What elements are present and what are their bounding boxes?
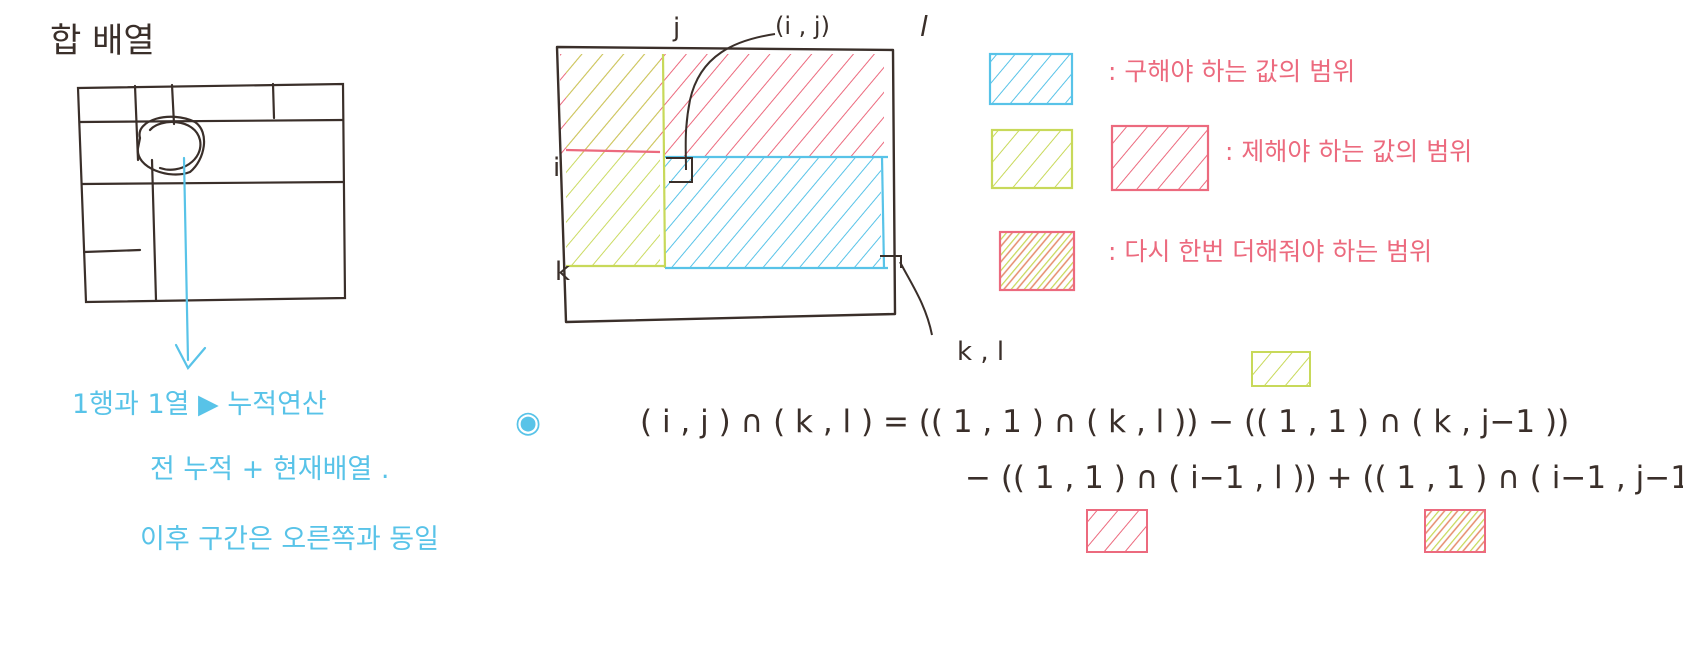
note-line-1: 1행과 1열 ▶ 누적연산 (72, 389, 327, 420)
label-i: i (553, 153, 560, 183)
legend: : 구해야 하는 값의 범위 : 제해야 하는 값의 범위 : 다시 한번 더해… (988, 52, 1472, 292)
legend-item-blue: : 구해야 하는 값의 범위 (988, 52, 1355, 106)
legend-swatch-pink (1110, 124, 1210, 192)
formula-line-2: − (( 1 , 1 ) ∩ ( i−1 , l )) + (( 1 , 1 )… (965, 460, 1683, 496)
formula-pink-marker (1086, 509, 1148, 553)
green-region-left (566, 54, 660, 266)
label-kl: k , l (957, 337, 1004, 367)
label-ij: (i , j) (775, 12, 830, 40)
range-grid (555, 33, 933, 336)
legend-label-pink: : 제해야 하는 값의 범위 (1225, 137, 1472, 166)
formula-line-1: ( i , j ) ∩ ( k , l ) = (( 1 , 1 ) ∩ ( k… (640, 404, 1569, 440)
arrow-to-note (174, 156, 207, 370)
note-line-3: 이후 구간은 오른쪽과 동일 (140, 524, 439, 555)
blue-region-target (665, 158, 881, 268)
legend-swatch-green (990, 128, 1074, 190)
notebook-page: 합 배열 1행과 1열 ▶ 누적연산 전 누적 + 현재배열 . 이후 구간은 … (0, 0, 1683, 654)
diagram-canvas: 합 배열 1행과 1열 ▶ 누적연산 전 누적 + 현재배열 . 이후 구간은 … (50, 10, 1683, 555)
label-l: l (920, 10, 928, 43)
prefix-sum-grid (76, 82, 347, 304)
formula-green-marker (1251, 351, 1311, 387)
arrow-bullet-icon: ◉ (515, 405, 541, 440)
legend-label-blue: : 구해야 하는 값의 범위 (1108, 57, 1355, 86)
note-line-2: 전 누적 + 현재배열 . (150, 454, 389, 485)
legend-label-mixed: : 다시 한번 더해줘야 하는 범위 (1108, 237, 1432, 266)
formula-mixed-marker (1424, 509, 1486, 553)
legend-swatch-mixed (998, 230, 1076, 292)
legend-item-mixed: : 다시 한번 더해줘야 하는 범위 (998, 230, 1432, 292)
legend-swatch-blue (988, 52, 1074, 106)
label-j: j (672, 13, 680, 43)
left-title: 합 배열 (50, 21, 155, 61)
legend-item-green: : 제해야 하는 값의 범위 (990, 124, 1472, 192)
label-k: k (555, 257, 570, 287)
